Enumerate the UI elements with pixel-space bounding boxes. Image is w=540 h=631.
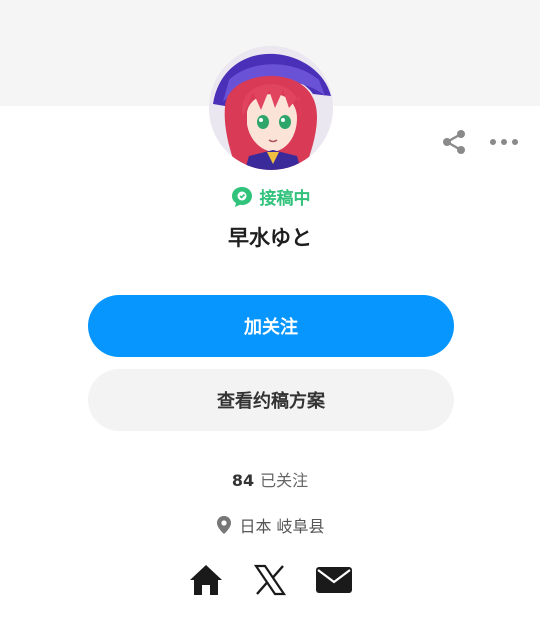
- view-plans-button[interactable]: 查看约稿方案: [88, 369, 454, 431]
- chat-bubble-check-icon: [230, 185, 254, 209]
- status-label: 接稿中: [259, 189, 311, 209]
- location: 日本 岐阜县: [0, 513, 540, 537]
- avatar-image: [209, 46, 333, 170]
- commission-status: 接稿中: [0, 184, 540, 209]
- home-icon[interactable]: [187, 561, 225, 599]
- follow-button[interactable]: 加关注: [88, 295, 454, 357]
- more-icon[interactable]: [488, 128, 520, 156]
- x-icon[interactable]: [251, 561, 289, 599]
- following-stat[interactable]: 84 已关注: [0, 467, 540, 491]
- following-count: 84: [231, 471, 255, 490]
- top-actions: [440, 128, 520, 156]
- share-icon[interactable]: [440, 128, 468, 156]
- following-label: 已关注: [260, 471, 309, 490]
- user-name: 早水ゆと: [228, 226, 312, 250]
- location-text: 日本 岐阜县: [239, 517, 325, 536]
- avatar[interactable]: [209, 46, 333, 170]
- location-pin-icon: [215, 515, 233, 535]
- mail-icon[interactable]: [315, 561, 353, 599]
- social-links: [0, 561, 540, 599]
